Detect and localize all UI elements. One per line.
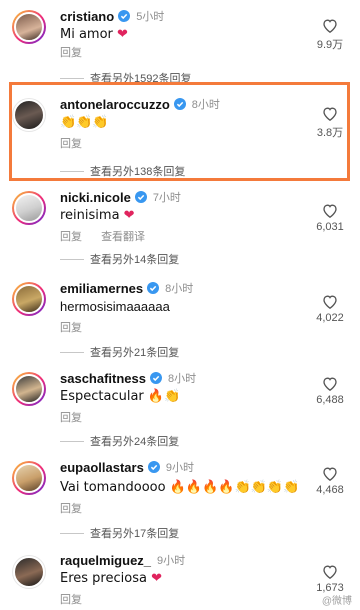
view-replies-button[interactable]: 查看另外138条回复 (60, 163, 185, 179)
view-replies-label: 查看另外17条回复 (90, 528, 180, 540)
reply-button[interactable]: 回复 (60, 503, 82, 515)
comment-text: Eres preciosa ❤ (60, 571, 162, 586)
reply-button[interactable]: 回复 (60, 412, 82, 424)
view-replies-button[interactable]: 查看另外17条回复 (60, 525, 179, 541)
comment-time: 8小时 (168, 373, 197, 385)
avatar[interactable] (12, 555, 46, 589)
heart-icon[interactable] (322, 564, 338, 579)
reply-button[interactable]: 回复 (60, 231, 82, 243)
watermark: @微博 (321, 596, 352, 607)
like-count: 6,488 (316, 394, 344, 406)
like-count: 3.8万 (316, 127, 344, 139)
verified-badge-icon (173, 98, 186, 110)
username[interactable]: nicki.nicole (60, 190, 131, 205)
username[interactable]: cristiano (60, 9, 114, 24)
view-replies-button[interactable]: 查看另外24条回复 (60, 433, 179, 449)
verified-badge-icon (134, 191, 147, 203)
heart-icon[interactable] (322, 18, 338, 33)
like-count: 6,031 (316, 221, 344, 233)
username[interactable]: saschafitness (60, 371, 146, 386)
verified-badge-icon (147, 461, 160, 473)
avatar[interactable] (12, 282, 46, 316)
divider (60, 170, 84, 172)
heart-icon[interactable] (322, 106, 338, 121)
comment-text: Mi amor ❤ (60, 27, 128, 42)
reply-button[interactable]: 回复 (60, 594, 82, 606)
verified-badge-icon (147, 282, 160, 294)
heart-icon[interactable] (322, 466, 338, 481)
divider (60, 258, 84, 260)
comment-text: hermosisimaaaaaa (60, 299, 170, 314)
username[interactable]: raquelmiguez_ (60, 553, 151, 568)
view-replies-button[interactable]: 查看另外14条回复 (60, 251, 179, 267)
comment-time: 9小时 (165, 462, 194, 474)
heart-icon[interactable] (322, 376, 338, 391)
view-replies-label: 查看另外14条回复 (90, 254, 180, 266)
avatar[interactable] (12, 98, 46, 132)
username[interactable]: emiliamernes (60, 281, 143, 296)
heart-icon[interactable] (322, 294, 338, 309)
username[interactable]: antonelaroccuzzo (60, 97, 170, 112)
comment-time: 7小时 (152, 192, 181, 204)
heart-icon[interactable] (322, 203, 338, 218)
comment-time: 8小时 (165, 283, 194, 295)
comment-text: reinisima ❤ (60, 208, 135, 223)
divider (60, 532, 84, 534)
comment-time: 5小时 (136, 11, 165, 23)
view-replies-button[interactable]: 查看另外21条回复 (60, 344, 179, 360)
verified-badge-icon (150, 372, 162, 384)
comment-text: Espectacular 🔥👏 (60, 389, 181, 404)
avatar[interactable] (12, 191, 46, 225)
avatar[interactable] (12, 10, 46, 44)
comment-text: 👏👏👏 (60, 115, 109, 130)
like-count: 4,468 (316, 484, 344, 496)
reply-button[interactable]: 回复 (60, 322, 82, 334)
comment-time: 8小时 (191, 99, 220, 111)
comment-time: 9小时 (157, 555, 186, 567)
divider (60, 351, 84, 353)
like-count: 9.9万 (316, 39, 344, 51)
avatar[interactable] (12, 461, 46, 495)
avatar[interactable] (12, 372, 46, 406)
comment-text: Vai tomandoooo 🔥🔥🔥🔥👏👏👏👏 (60, 480, 300, 495)
divider (60, 440, 84, 442)
reply-button[interactable]: 回复 (60, 138, 82, 150)
view-replies-label: 查看另外21条回复 (90, 347, 180, 359)
view-replies-label: 查看另外138条回复 (90, 166, 186, 178)
divider (60, 77, 84, 79)
view-replies-label: 查看另外24条回复 (90, 436, 180, 448)
reply-button[interactable]: 回复 (60, 47, 82, 59)
verified-badge-icon (118, 10, 131, 22)
translate-button[interactable]: 查看翻译 (101, 231, 145, 243)
username[interactable]: eupaollastars (60, 460, 144, 475)
like-count: 4,022 (316, 312, 344, 324)
